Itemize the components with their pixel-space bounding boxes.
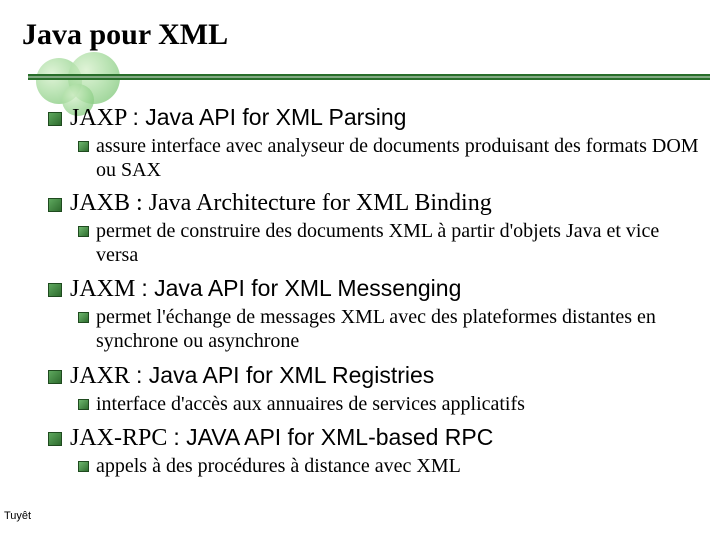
- sub-bullet-icon: [78, 461, 89, 472]
- bullet-icon: [48, 432, 62, 446]
- list-item: JAXR : Java API for XML Registries inter…: [48, 362, 702, 417]
- bullet-icon: [48, 283, 62, 297]
- list-item: JAX-RPC : JAVA API for XML-based RPC app…: [48, 424, 702, 479]
- sub-bullet-icon: [78, 141, 89, 152]
- sub-bullet-icon: [78, 226, 89, 237]
- item-subtext: assure interface avec analyseur de docum…: [96, 135, 702, 182]
- list-item: JAXM : Java API for XML Messenging perme…: [48, 275, 702, 353]
- title-divider: [28, 74, 710, 80]
- item-heading: JAX-RPC : JAVA API for XML-based RPC: [70, 424, 493, 452]
- sub-bullet-icon: [78, 312, 89, 323]
- sub-bullet-icon: [78, 399, 89, 410]
- item-subtext: appels à des procédures à distance avec …: [96, 455, 461, 479]
- item-subtext: permet de construire des documents XML à…: [96, 220, 702, 267]
- bullet-icon: [48, 112, 62, 126]
- content-area: JAXP : Java API for XML Parsing assure i…: [48, 104, 702, 487]
- footer-author: Tuyêt: [4, 510, 31, 522]
- list-item: JAXB : Java Architecture for XML Binding…: [48, 190, 702, 267]
- list-item: JAXP : Java API for XML Parsing assure i…: [48, 104, 702, 182]
- item-heading: JAXM : Java API for XML Messenging: [70, 275, 461, 303]
- bullet-icon: [48, 370, 62, 384]
- bullet-icon: [48, 198, 62, 212]
- item-subtext: permet l'échange de messages XML avec de…: [96, 306, 702, 353]
- item-heading: JAXB : Java Architecture for XML Binding: [70, 190, 492, 217]
- slide-title: Java pour XML: [22, 18, 228, 52]
- item-subtext: interface d'accès aux annuaires de servi…: [96, 393, 525, 417]
- item-heading: JAXR : Java API for XML Registries: [70, 362, 434, 390]
- item-heading: JAXP : Java API for XML Parsing: [70, 104, 406, 132]
